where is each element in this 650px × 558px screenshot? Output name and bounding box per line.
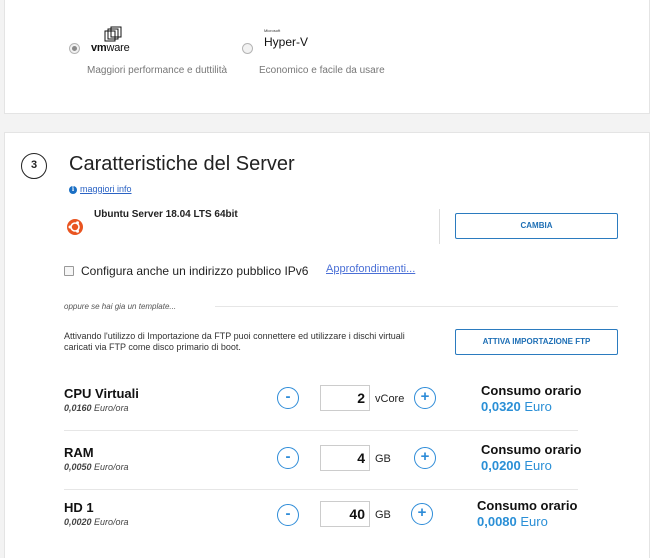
vmware-radio[interactable]	[69, 43, 80, 54]
ipv6-more-link[interactable]: Approfondimenti...	[326, 263, 415, 275]
cpu-quantity-input[interactable]: 2	[320, 385, 370, 411]
hd1-increment-button[interactable]: +	[411, 503, 433, 525]
row-divider	[64, 430, 578, 431]
ubuntu-icon	[67, 219, 83, 235]
template-note: oppure se hai gia un template...	[64, 302, 177, 311]
step-number: 3	[21, 153, 47, 179]
cpu-unit: vCore	[375, 393, 405, 405]
ram-consumo-label: Consumo orario	[481, 442, 582, 457]
os-divider	[439, 209, 440, 244]
section-title: Caratteristiche del Server	[69, 153, 295, 175]
os-name: Ubuntu Server 18.04 LTS 64bit	[94, 209, 238, 220]
ram-decrement-button[interactable]: -	[277, 447, 299, 469]
cpu-label: CPU Virtuali	[64, 386, 139, 401]
cpu-consumo-label: Consumo orario	[481, 383, 582, 398]
hd1-label: HD 1	[64, 500, 94, 515]
more-info-link[interactable]: maggiori info	[80, 184, 132, 194]
ftp-description: Attivando l'utilizzo di Importazione da …	[64, 331, 405, 352]
vmware-description: Maggiori performance e duttilità	[87, 65, 228, 76]
change-os-button[interactable]: CAMBIA	[455, 213, 618, 239]
template-divider	[215, 306, 618, 307]
ftp-import-button[interactable]: ATTIVA IMPORTAZIONE FTP	[455, 329, 618, 355]
cpu-consumo-value: 0,0320 Euro	[481, 399, 552, 414]
ram-label: RAM	[64, 445, 94, 460]
cpu-unit-price: 0,0160 Euro/ora	[64, 403, 129, 413]
row-divider	[64, 489, 578, 490]
server-panel: 3 Caratteristiche del Server i maggiori …	[4, 132, 650, 558]
ipv6-checkbox[interactable]	[64, 266, 74, 276]
vmware-logo: vmware	[91, 42, 130, 54]
cpu-decrement-button[interactable]: -	[277, 387, 299, 409]
info-icon: i	[69, 186, 77, 194]
ipv6-label: Configura anche un indirizzo pubblico IP…	[81, 264, 309, 278]
hypervisor-panel: vmware Maggiori performance e duttilità …	[4, 0, 650, 114]
vmware-icon	[104, 26, 122, 42]
ram-increment-button[interactable]: +	[414, 447, 436, 469]
hd1-decrement-button[interactable]: -	[277, 504, 299, 526]
hyper-v-radio[interactable]	[242, 43, 253, 54]
hd1-unit-price: 0,0020 Euro/ora	[64, 517, 129, 527]
hd1-consumo-label: Consumo orario	[477, 498, 578, 513]
ram-unit-price: 0,0050 Euro/ora	[64, 462, 129, 472]
ram-quantity-input[interactable]: 4	[320, 445, 370, 471]
hd1-quantity-input[interactable]: 40	[320, 501, 370, 527]
cpu-increment-button[interactable]: +	[414, 387, 436, 409]
hyper-v-description: Economico e facile da usare	[259, 65, 385, 76]
hd1-consumo-value: 0,0080 Euro	[477, 514, 548, 529]
ram-unit: GB	[375, 453, 391, 465]
hd1-unit: GB	[375, 509, 391, 521]
ram-consumo-value: 0,0200 Euro	[481, 458, 552, 473]
